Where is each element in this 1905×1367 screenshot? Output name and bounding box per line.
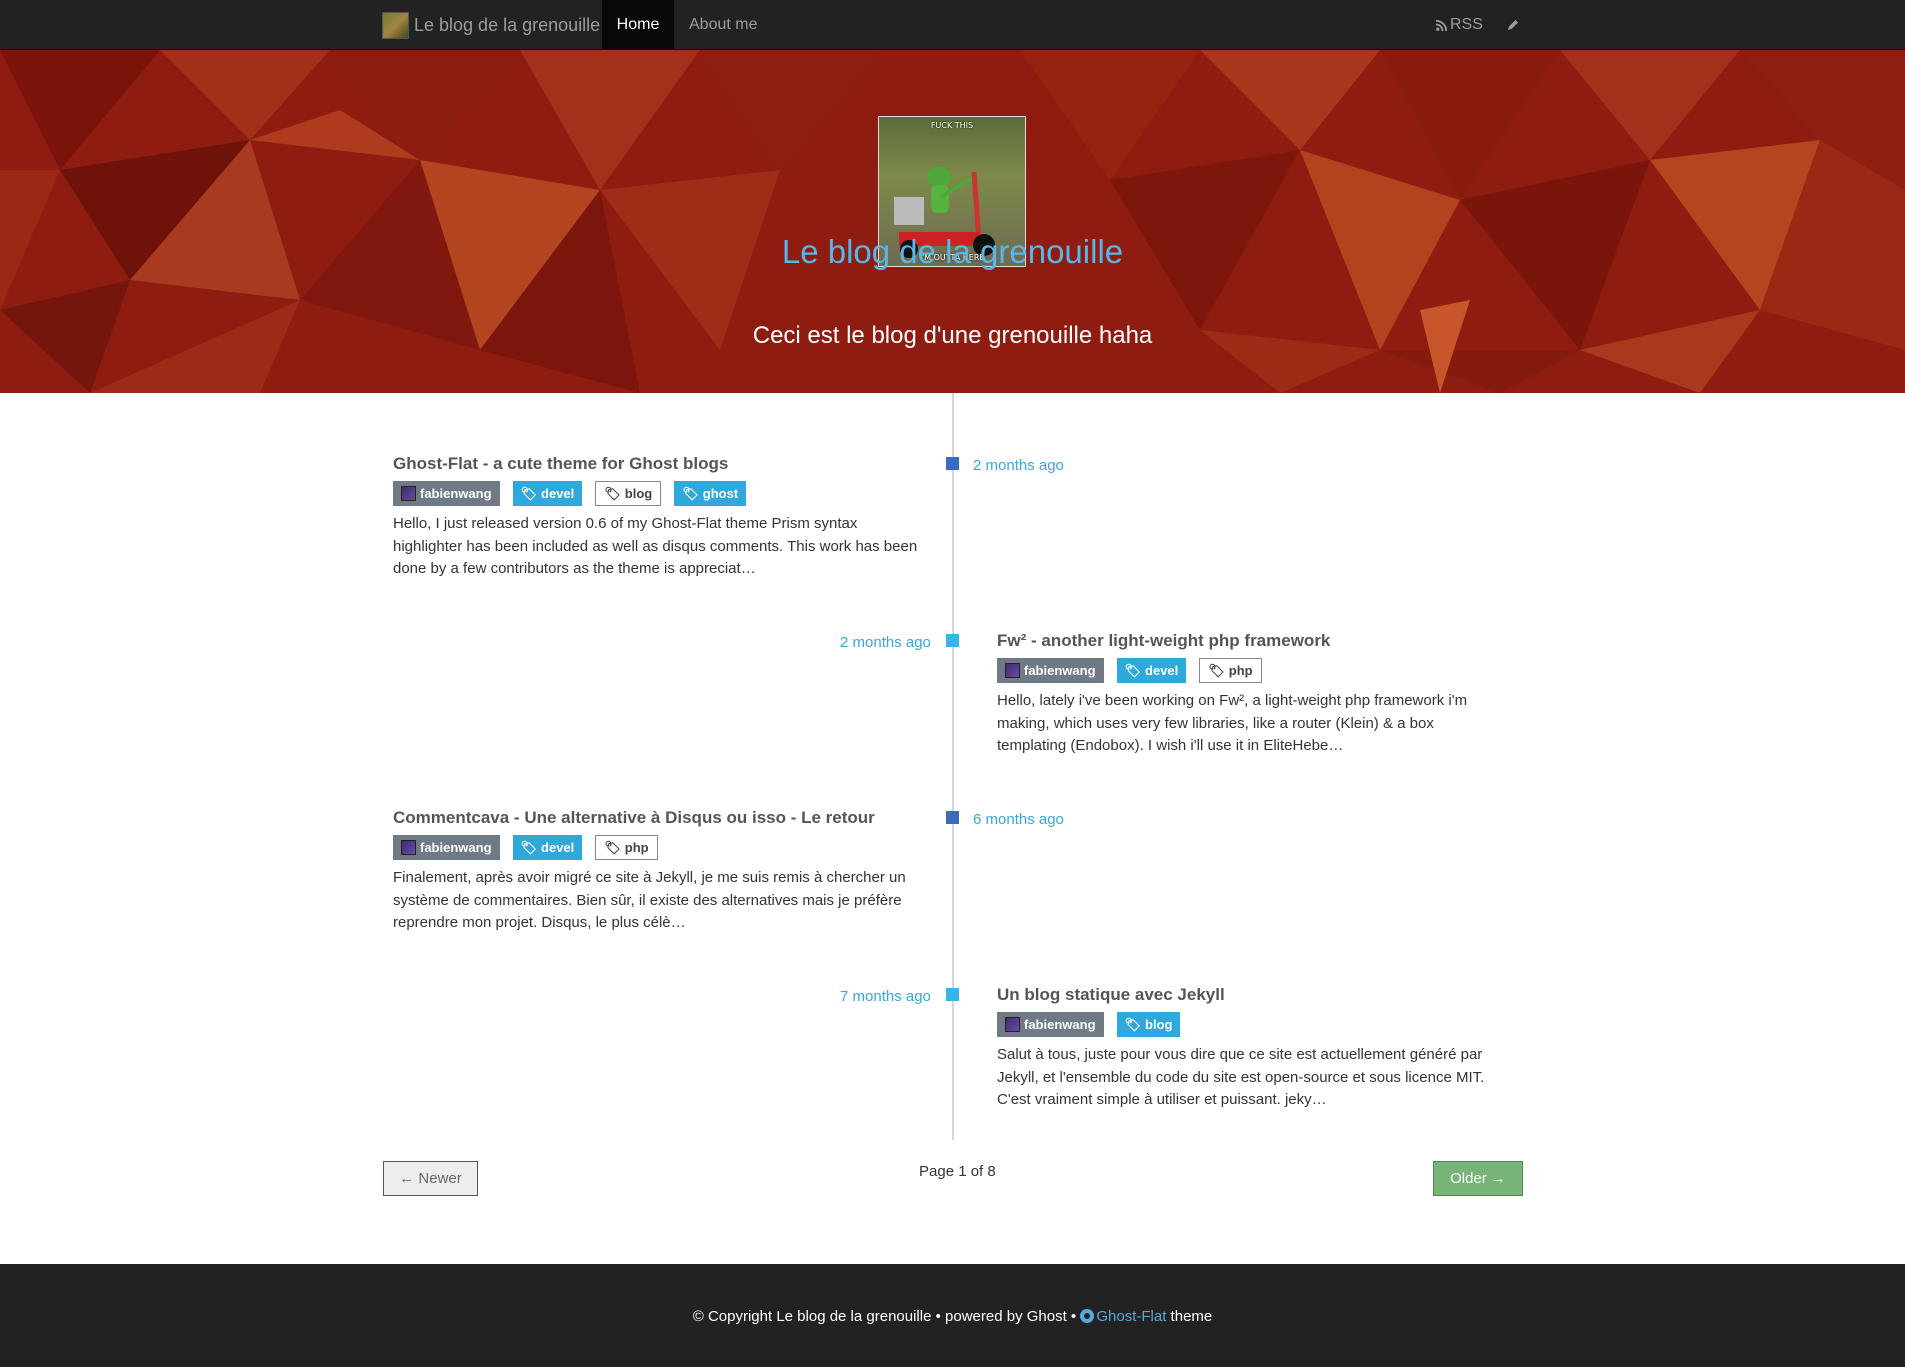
footer: © Copyright Le blog de la grenouille • p… xyxy=(0,1264,1905,1367)
author-avatar xyxy=(1005,1017,1020,1032)
post-tags: fabienwang 🏷 devel 🏷 php xyxy=(997,658,1262,683)
older-button[interactable]: Older → xyxy=(1433,1161,1523,1196)
timeline-dot xyxy=(946,634,959,647)
tag-devel[interactable]: 🏷 devel xyxy=(512,481,583,506)
post-excerpt: Hello, I just released version 0.6 of my… xyxy=(393,515,918,577)
nav-home[interactable]: Home xyxy=(602,0,674,50)
tag-ghost[interactable]: 🏷 ghost xyxy=(674,481,747,506)
author-avatar xyxy=(1005,663,1020,678)
post-title[interactable]: Commentcava - Une alternative à Disqus o… xyxy=(393,808,875,828)
tag-icon: 🏷 xyxy=(604,485,621,501)
author-avatar xyxy=(401,840,416,855)
hero-banner: FUCK THIS I'M OUTTA HERE Le blog de la g… xyxy=(0,50,1905,393)
hero-title[interactable]: Le blog de la grenouille xyxy=(0,233,1905,271)
ghost-flat-link[interactable]: Ghost-Flat xyxy=(1096,1308,1166,1325)
tag-blog[interactable]: 🏷 blog xyxy=(1116,1012,1181,1037)
timeline-dot xyxy=(946,811,959,824)
post-excerpt: Salut à tous, juste pour vous dire que c… xyxy=(997,1046,1485,1108)
edit-button[interactable] xyxy=(1506,0,1520,50)
tag-php[interactable]: 🏷 php xyxy=(1199,658,1262,683)
nav-about-me[interactable]: About me xyxy=(689,0,757,50)
post-time: 2 months ago xyxy=(840,634,931,651)
author-badge[interactable]: fabienwang xyxy=(997,658,1104,683)
timeline-line xyxy=(952,393,954,1140)
post-title[interactable]: Un blog statique avec Jekyll xyxy=(997,985,1225,1005)
hero-subtitle: Ceci est le blog d'une grenouille haha xyxy=(752,322,1153,349)
tag-icon: 🏷 xyxy=(1124,662,1142,678)
pencil-icon xyxy=(1508,20,1518,30)
tag-icon: 🏷 xyxy=(682,485,699,501)
timeline-dot xyxy=(946,457,959,470)
post-title[interactable]: Fw² - another light-weight php framework xyxy=(997,631,1330,651)
github-icon xyxy=(1080,1309,1095,1323)
post-tags: fabienwang 🏷 blog xyxy=(997,1012,1181,1037)
post-excerpt: Hello, lately i've been working on Fw², … xyxy=(997,692,1468,754)
author-badge[interactable]: fabienwang xyxy=(393,835,500,860)
post-tags: fabienwang 🏷 devel 🏷 php xyxy=(393,835,658,860)
tag-blog[interactable]: 🏷 blog xyxy=(595,481,662,506)
footer-theme-suffix: theme xyxy=(1166,1308,1213,1325)
timeline-dot xyxy=(946,988,959,1001)
post-title[interactable]: Ghost-Flat - a cute theme for Ghost blog… xyxy=(393,454,728,474)
tag-icon: 🏷 xyxy=(604,839,621,855)
footer-copyright: © Copyright Le blog de la grenouille • p… xyxy=(692,1308,1081,1325)
post-tags: fabienwang 🏷 devel 🏷 blog 🏷 ghost xyxy=(393,481,747,506)
tag-devel[interactable]: 🏷 devel xyxy=(512,835,583,860)
post-time: 7 months ago xyxy=(840,988,931,1005)
author-badge[interactable]: fabienwang xyxy=(393,481,500,506)
tag-devel[interactable]: 🏷 devel xyxy=(1116,658,1187,683)
tag-icon: 🏷 xyxy=(520,485,538,501)
author-avatar xyxy=(401,486,416,501)
newer-button[interactable]: ← Newer xyxy=(383,1161,478,1196)
author-badge[interactable]: fabienwang xyxy=(997,1012,1104,1037)
navbar: Le blog de la grenouille Home About me R… xyxy=(0,0,1905,50)
post-time: 2 months ago xyxy=(973,457,1064,474)
post-time: 6 months ago xyxy=(973,811,1064,828)
brand-name: Le blog de la grenouille xyxy=(414,14,601,35)
tag-php[interactable]: 🏷 php xyxy=(595,835,658,860)
rss-icon xyxy=(1436,19,1447,31)
footer-text: © Copyright Le blog de la grenouille • p… xyxy=(0,1308,1905,1325)
brand-logo xyxy=(382,11,409,39)
tag-icon: 🏷 xyxy=(520,839,538,855)
nav-rss[interactable]: RSS xyxy=(1436,0,1483,50)
page-indicator: Page 1 of 8 xyxy=(919,1163,996,1180)
rss-label: RSS xyxy=(1450,16,1483,33)
tag-icon: 🏷 xyxy=(1124,1016,1142,1032)
tag-icon: 🏷 xyxy=(1208,662,1225,678)
brand-link[interactable]: Le blog de la grenouille xyxy=(382,0,600,50)
post-excerpt: Finalement, après avoir migré ce site à … xyxy=(393,869,906,931)
